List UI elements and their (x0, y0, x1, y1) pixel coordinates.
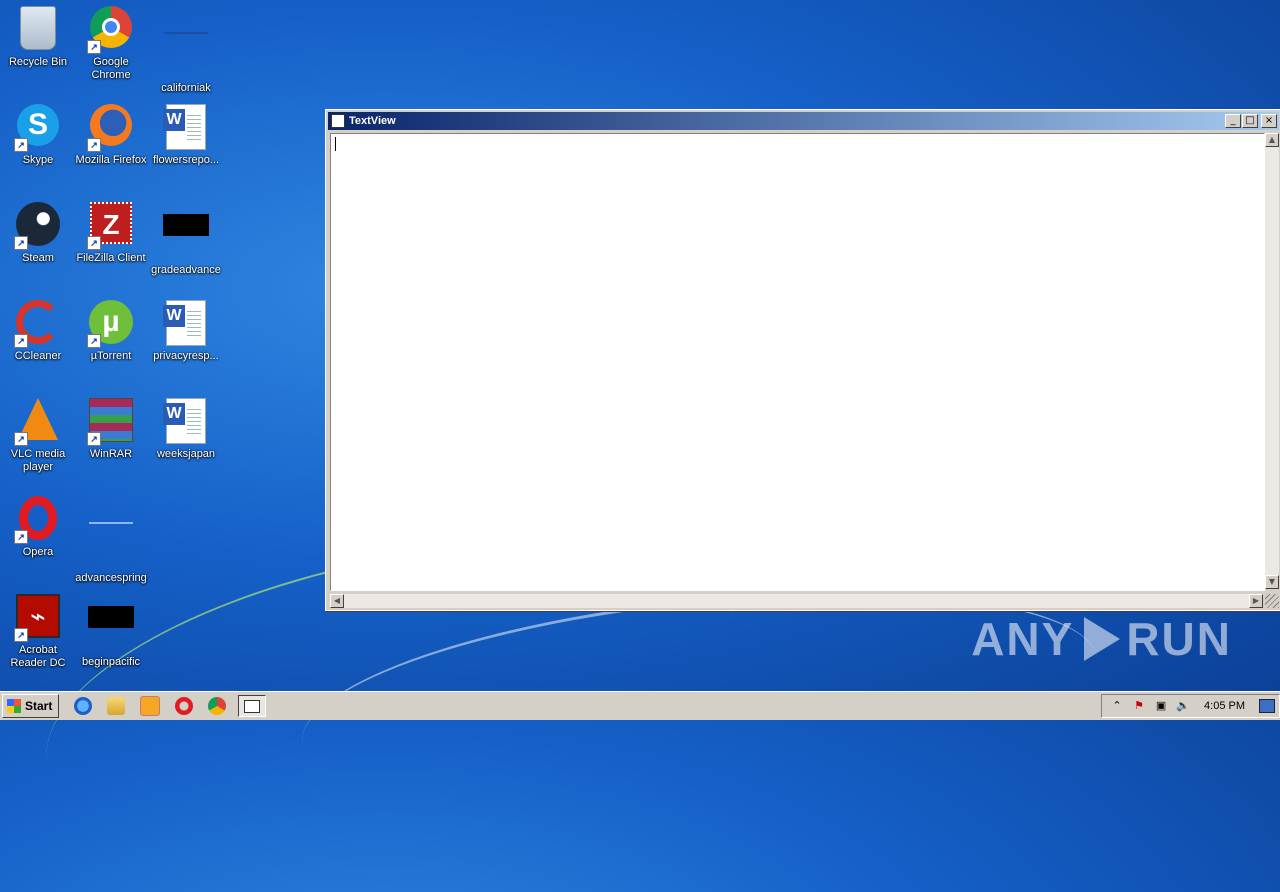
shortcut-arrow-icon: ↗ (87, 432, 101, 446)
scroll-down-icon[interactable]: ▼ (1265, 575, 1279, 589)
desktop-icon-gradeadvance[interactable]: gradeadvance (148, 196, 224, 277)
text-area[interactable] (330, 133, 1265, 591)
desktop-icon-firefox[interactable]: ↗ Mozilla Firefox (73, 98, 149, 167)
shortcut-arrow-icon: ↗ (14, 138, 28, 152)
vertical-scrollbar[interactable]: ▲ ▼ (1265, 133, 1279, 589)
desktop-icon-vlc[interactable]: ↗ VLC media player (0, 392, 76, 474)
show-hidden-icons-icon[interactable]: ⌃ (1110, 699, 1124, 713)
file-icon (163, 214, 209, 236)
textview-window[interactable]: TextView _ □ × ▲ ▼ ◀ ▶ (325, 109, 1280, 611)
shortcut-arrow-icon: ↗ (14, 432, 28, 446)
desktop-icon-winrar[interactable]: ↗ WinRAR (73, 392, 149, 461)
shortcut-arrow-icon: ↗ (14, 530, 28, 544)
app-icon (331, 114, 345, 128)
scroll-right-icon[interactable]: ▶ (1249, 594, 1263, 608)
shortcut-arrow-icon: ↗ (87, 334, 101, 348)
close-button[interactable]: × (1261, 114, 1277, 128)
desktop-icon-flowersreport[interactable]: flowersrepo... (148, 98, 224, 167)
desktop-icon-acrobat[interactable]: ⌁ ↗ Acrobat Reader DC (0, 588, 76, 670)
desktop-icon-utorrent[interactable]: µ ↗ µTorrent (73, 294, 149, 363)
watermark-text-right: RUN (1126, 613, 1232, 665)
desktop-icon-ccleaner[interactable]: ↗ CCleaner (0, 294, 76, 363)
window-app-icon (244, 699, 261, 713)
horizontal-scrollbar[interactable]: ◀ ▶ (330, 594, 1263, 608)
media-player-icon[interactable] (140, 696, 161, 716)
shortcut-arrow-icon: ↗ (14, 334, 28, 348)
maximize-button[interactable]: □ (1242, 114, 1258, 128)
word-document-icon (163, 398, 206, 444)
start-button[interactable]: Start (2, 694, 60, 718)
shortcut-arrow-icon: ↗ (87, 40, 101, 54)
action-center-icon[interactable]: ⚑ (1132, 699, 1146, 713)
minimize-button[interactable]: _ (1225, 114, 1241, 128)
shortcut-arrow-icon: ↗ (87, 138, 101, 152)
desktop-icon-filezilla[interactable]: Z ↗ FileZilla Client (73, 196, 149, 265)
scroll-left-icon[interactable]: ◀ (330, 594, 344, 608)
file-icon (164, 32, 208, 34)
network-icon[interactable]: ▣ (1154, 699, 1168, 713)
start-label: Start (25, 699, 53, 713)
desktop-icon-chrome[interactable]: ↗ Google Chrome (73, 0, 149, 82)
text-caret (335, 137, 336, 151)
show-desktop-button[interactable] (1259, 699, 1275, 713)
taskbar: Start ⌃ ⚑ ▣ 🔈 4:05 PM (0, 691, 1280, 720)
file-icon (89, 522, 133, 524)
shortcut-arrow-icon: ↗ (14, 236, 28, 250)
desktop-icon-privacyresp[interactable]: privacyresp... (148, 294, 224, 363)
anyrun-watermark: ANY RUN (971, 612, 1232, 666)
desktop-icon-opera[interactable]: ↗ Opera (0, 490, 76, 559)
volume-icon[interactable]: 🔈 (1176, 699, 1190, 713)
internet-explorer-icon[interactable] (74, 697, 93, 715)
word-document-icon (163, 104, 206, 150)
desktop-icon-californiak[interactable]: californiak (148, 0, 224, 95)
watermark-text-left: ANY (971, 613, 1075, 665)
resize-grip-icon[interactable] (1265, 594, 1279, 608)
desktop-icon-weeksjapan[interactable]: weeksjapan (148, 392, 224, 461)
shortcut-arrow-icon: ↗ (87, 236, 101, 250)
windows-logo-icon (7, 699, 21, 713)
file-explorer-icon[interactable] (107, 697, 126, 715)
desktop-icon-steam[interactable]: ↗ Steam (0, 196, 76, 265)
desktop-icon-advancespring[interactable]: advancespring (73, 490, 149, 585)
window-titlebar[interactable]: TextView _ □ × (328, 112, 1279, 130)
clock[interactable]: 4:05 PM (1204, 700, 1245, 712)
recycle-bin-icon (20, 6, 56, 50)
scroll-up-icon[interactable]: ▲ (1265, 133, 1279, 147)
shortcut-arrow-icon: ↗ (14, 628, 28, 642)
system-tray: ⌃ ⚑ ▣ 🔈 4:05 PM (1101, 694, 1280, 718)
desktop-icon-beginpacific[interactable]: beginpacific (73, 588, 149, 669)
desktop-icon-recycle-bin[interactable]: Recycle Bin (0, 0, 76, 69)
taskbar-item-textview[interactable] (238, 695, 267, 717)
window-title: TextView (349, 115, 396, 127)
desktop-icon-skype[interactable]: S ↗ Skype (0, 98, 76, 167)
chrome-taskbar-icon[interactable] (208, 697, 227, 715)
play-icon (1084, 617, 1121, 661)
file-icon (88, 606, 134, 628)
opera-taskbar-icon[interactable] (175, 697, 194, 715)
word-document-icon (163, 300, 206, 346)
